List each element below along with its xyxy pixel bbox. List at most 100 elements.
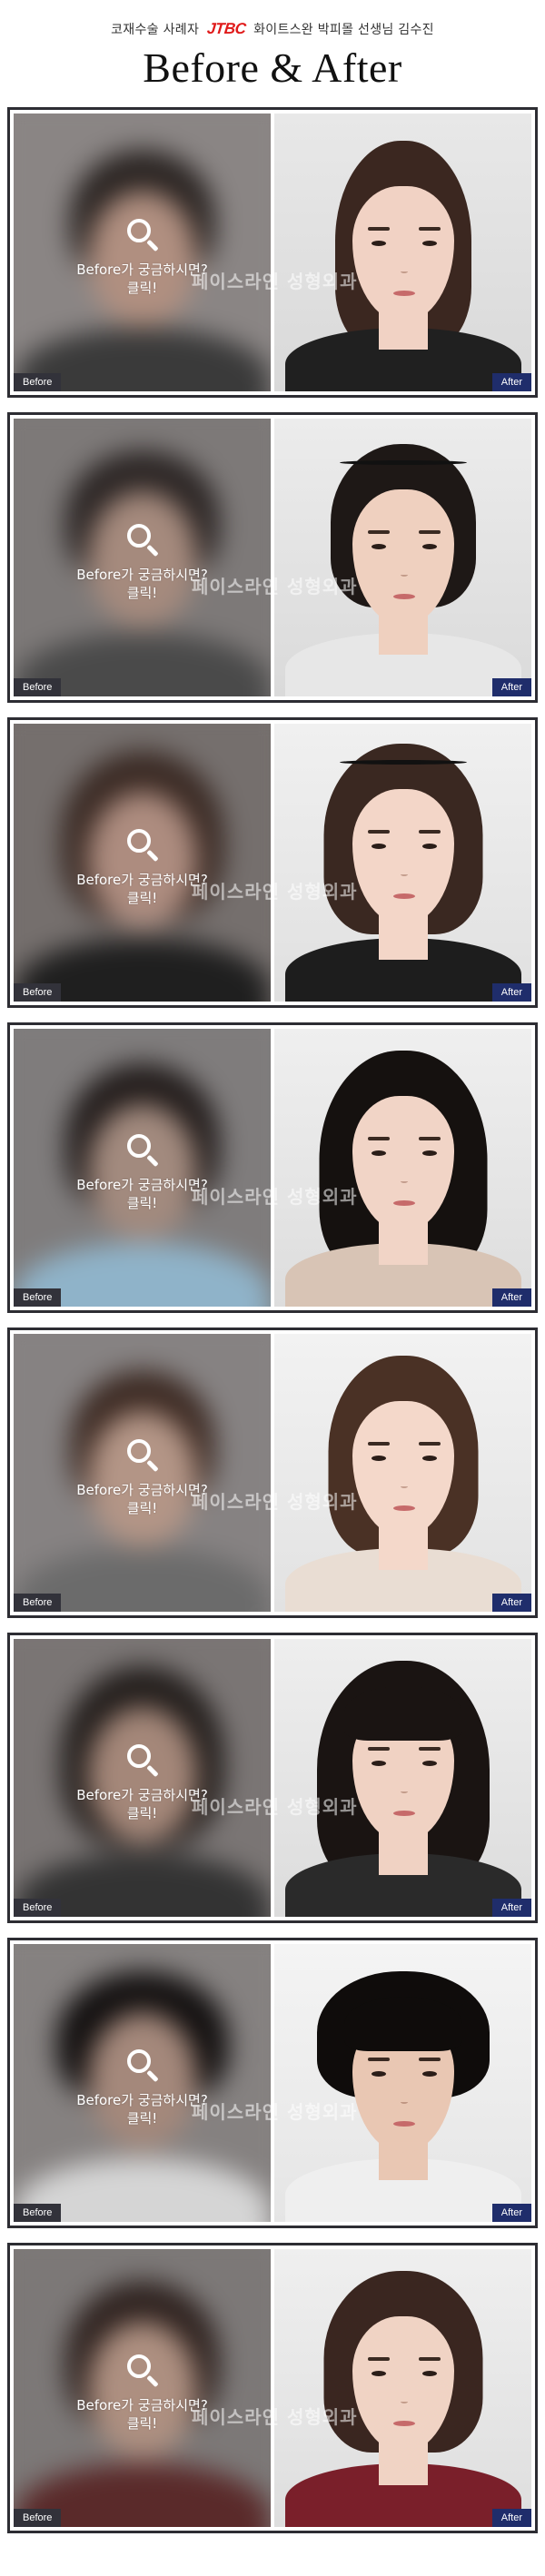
right-eyebrow bbox=[419, 1442, 441, 1446]
case-card: Before가 궁금하시면? 클릭! Before After 페이스라인 성형외과 bbox=[7, 412, 538, 703]
right-eyebrow bbox=[419, 1747, 441, 1751]
after-panel: After bbox=[274, 1029, 531, 1307]
page: 코재수술 사례자 JTBC 화이트스완 박피몰 선생님 김수진 Before &… bbox=[0, 0, 545, 2576]
magnifier-handle bbox=[145, 2374, 159, 2388]
left-eyebrow bbox=[368, 530, 390, 534]
right-eye bbox=[422, 241, 437, 246]
magnifier-ring bbox=[126, 219, 151, 242]
magnifier-ring bbox=[126, 1439, 151, 1463]
reveal-hint-text: Before가 궁금하시면? bbox=[76, 1177, 208, 1193]
magnifier-ring bbox=[126, 1134, 151, 1158]
nose bbox=[401, 270, 408, 273]
before-panel[interactable]: Before가 궁금하시면? 클릭! Before bbox=[14, 1944, 271, 2222]
before-label: Before bbox=[14, 1899, 62, 1917]
mouth bbox=[393, 594, 415, 599]
mouth bbox=[393, 291, 415, 296]
left-eyebrow bbox=[368, 2058, 390, 2061]
case-card: Before가 궁금하시면? 클릭! Before After 페이스라인 성형외과 bbox=[7, 1938, 538, 2228]
left-eye bbox=[372, 844, 386, 849]
right-eyebrow bbox=[419, 2357, 441, 2361]
left-eye bbox=[372, 2371, 386, 2376]
jtbc-logo: JTBC bbox=[205, 20, 247, 37]
search-icon bbox=[125, 827, 160, 863]
before-label: Before bbox=[14, 1594, 62, 1612]
nose bbox=[401, 573, 408, 577]
reveal-click-text: 클릭! bbox=[126, 2415, 158, 2432]
after-label: After bbox=[491, 1899, 531, 1917]
case-card: Before가 궁금하시면? 클릭! Before After 페이스라인 성형외과 bbox=[7, 1022, 538, 1313]
before-panel[interactable]: Before가 궁금하시면? 클릭! Before bbox=[14, 724, 271, 1002]
magnifier-handle bbox=[145, 1764, 159, 1778]
bangs bbox=[343, 1686, 462, 1741]
mouth bbox=[393, 2121, 415, 2127]
before-panel[interactable]: Before가 궁금하시면? 클릭! Before bbox=[14, 114, 271, 391]
headband bbox=[339, 460, 467, 465]
right-eye bbox=[422, 544, 437, 549]
after-label: After bbox=[491, 373, 531, 391]
nose bbox=[401, 1790, 408, 1793]
right-eye bbox=[422, 1150, 437, 1156]
magnifier-handle bbox=[145, 1154, 159, 1168]
mouth bbox=[393, 1505, 415, 1511]
reveal-hint-text: Before가 궁금하시면? bbox=[76, 1787, 208, 1803]
left-eye bbox=[372, 1456, 386, 1461]
left-eyebrow bbox=[368, 1747, 390, 1751]
reveal-click-text: 클릭! bbox=[126, 1805, 158, 1821]
subtitle-left: 코재수술 사례자 bbox=[111, 23, 200, 37]
after-label: After bbox=[491, 1288, 531, 1307]
before-panel[interactable]: Before가 궁금하시면? 클릭! Before bbox=[14, 1639, 271, 1917]
right-eyebrow bbox=[419, 227, 441, 231]
nose bbox=[401, 1485, 408, 1488]
magnifier-ring bbox=[126, 524, 151, 548]
search-icon bbox=[125, 1742, 160, 1778]
before-label: Before bbox=[14, 2204, 62, 2222]
after-panel: After bbox=[274, 1944, 531, 2222]
before-label: Before bbox=[14, 983, 62, 1002]
case-card: Before가 궁금하시면? 클릭! Before After 페이스라인 성형외과 bbox=[7, 107, 538, 398]
before-panel[interactable]: Before가 궁금하시면? 클릭! Before bbox=[14, 2249, 271, 2527]
reveal-before-overlay[interactable]: Before가 궁금하시면? 클릭! bbox=[14, 1029, 271, 1307]
right-eyebrow bbox=[419, 1137, 441, 1140]
after-panel: After bbox=[274, 724, 531, 1002]
before-label: Before bbox=[14, 373, 62, 391]
before-panel[interactable]: Before가 궁금하시면? 클릭! Before bbox=[14, 419, 271, 696]
case-card: Before가 궁금하시면? 클릭! Before After 페이스라인 성형외과 bbox=[7, 2243, 538, 2533]
after-panel: After bbox=[274, 2249, 531, 2527]
mouth bbox=[393, 893, 415, 899]
left-eyebrow bbox=[368, 227, 390, 231]
nose bbox=[401, 2100, 408, 2104]
magnifier-ring bbox=[126, 829, 151, 853]
search-icon bbox=[125, 2353, 160, 2388]
right-eye bbox=[422, 2371, 437, 2376]
reveal-before-overlay[interactable]: Before가 궁금하시면? 클릭! bbox=[14, 419, 271, 696]
after-label: After bbox=[491, 2204, 531, 2222]
magnifier-ring bbox=[126, 1744, 151, 1768]
search-icon bbox=[125, 1132, 160, 1168]
before-panel[interactable]: Before가 궁금하시면? 클릭! Before bbox=[14, 1029, 271, 1307]
right-eyebrow bbox=[419, 2058, 441, 2061]
mouth bbox=[393, 1200, 415, 1206]
reveal-click-text: 클릭! bbox=[126, 2110, 158, 2127]
case-card: Before가 궁금하시면? 클릭! Before After 페이스라인 성형외과 bbox=[7, 1633, 538, 1923]
case-card: Before가 궁금하시면? 클릭! Before After 페이스라인 성형외과 bbox=[7, 1327, 538, 1618]
right-eyebrow bbox=[419, 530, 441, 534]
reveal-before-overlay[interactable]: Before가 궁금하시면? 클릭! bbox=[14, 114, 271, 391]
reveal-click-text: 클릭! bbox=[126, 585, 158, 601]
after-label: After bbox=[491, 678, 531, 696]
case-card: Before가 궁금하시면? 클릭! Before After 페이스라인 성형외과 bbox=[7, 717, 538, 1008]
reveal-before-overlay[interactable]: Before가 궁금하시면? 클릭! bbox=[14, 1334, 271, 1612]
reveal-before-overlay[interactable]: Before가 궁금하시면? 클릭! bbox=[14, 2249, 271, 2527]
before-panel[interactable]: Before가 궁금하시면? 클릭! Before bbox=[14, 1334, 271, 1612]
reveal-before-overlay[interactable]: Before가 궁금하시면? 클릭! bbox=[14, 1639, 271, 1917]
magnifier-handle bbox=[145, 2069, 159, 2083]
reveal-hint-text: Before가 궁금하시면? bbox=[76, 872, 208, 888]
reveal-before-overlay[interactable]: Before가 궁금하시면? 클릭! bbox=[14, 724, 271, 1002]
reveal-click-text: 클릭! bbox=[126, 280, 158, 296]
after-label: After bbox=[491, 1594, 531, 1612]
reveal-before-overlay[interactable]: Before가 궁금하시면? 클릭! bbox=[14, 1944, 271, 2222]
page-header: 코재수술 사례자 JTBC 화이트스완 박피몰 선생님 김수진 Before &… bbox=[0, 0, 545, 107]
magnifier-ring bbox=[126, 2354, 151, 2378]
magnifier-handle bbox=[145, 1459, 159, 1473]
left-eye bbox=[372, 544, 386, 549]
left-eyebrow bbox=[368, 830, 390, 834]
